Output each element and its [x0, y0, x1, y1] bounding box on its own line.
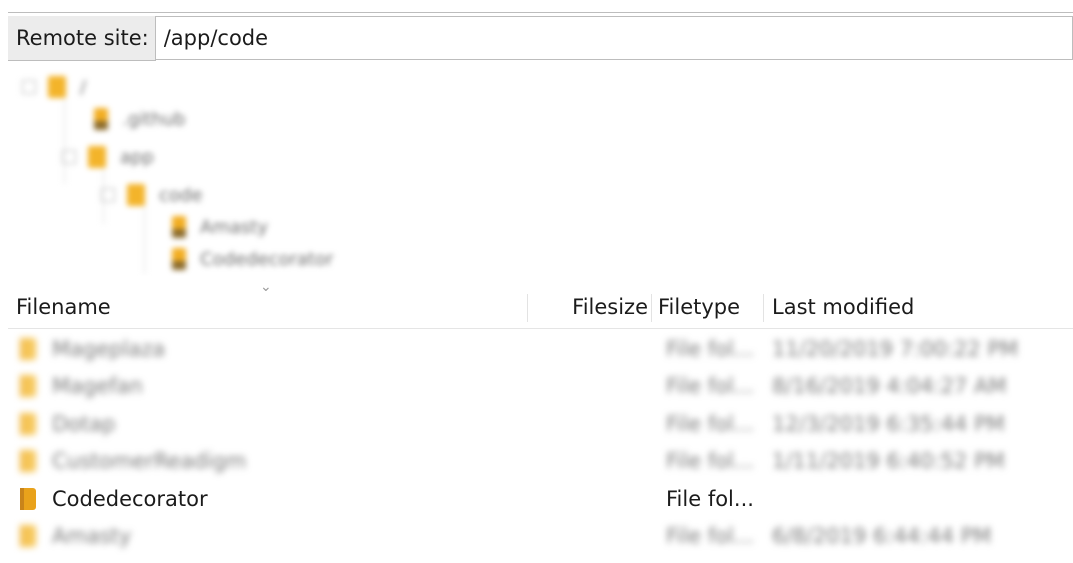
tree-node-root[interactable]: /	[22, 72, 86, 102]
column-header-filesize[interactable]: Filesize	[528, 286, 652, 328]
collapse-icon[interactable]	[22, 80, 36, 94]
column-header-last-modified[interactable]: Last modified	[764, 286, 1073, 328]
folder-icon	[20, 412, 36, 435]
column-header-filename[interactable]: Filename	[8, 286, 528, 328]
file-row[interactable]: Codedecorator File fol...	[8, 480, 1073, 518]
file-type: File fol...	[666, 411, 754, 436]
tree-node-app[interactable]: app	[62, 142, 154, 172]
file-name: Mageplaza	[52, 336, 166, 361]
tree-node-codedecorator[interactable]: Codedecorator	[172, 244, 333, 274]
column-header-label: Filename	[16, 295, 111, 319]
file-last-modified: 12/3/2019 6:35:44 PM	[772, 411, 1005, 436]
file-last-modified: 1/11/2019 6:40:52 PM	[772, 449, 1005, 474]
tree-node-label: .github	[122, 108, 186, 130]
file-last-modified: 6/8/2019 6:44:44 PM	[772, 524, 992, 549]
folder-icon	[20, 375, 36, 398]
tree-node-label: app	[120, 146, 154, 168]
folder-icon	[20, 450, 36, 473]
remote-site-bar: Remote site:	[8, 12, 1073, 65]
folder-icon	[88, 146, 106, 168]
file-last-modified: 8/16/2019 4:04:27 AM	[772, 374, 1007, 399]
folder-icon	[48, 76, 66, 98]
file-row[interactable]: Dotap File fol... 12/3/2019 6:35:44 PM	[8, 405, 1073, 443]
directory-tree[interactable]: / .github app code Amasty Codedecorator	[8, 64, 1073, 276]
file-row[interactable]: CustomerReadigm File fol... 1/11/2019 6:…	[8, 443, 1073, 481]
file-list: Mageplaza File fol... 11/20/2019 7:00:22…	[8, 330, 1073, 555]
file-type: File fol...	[666, 374, 754, 399]
file-type: File fol...	[666, 486, 754, 511]
folder-icon	[20, 525, 36, 548]
file-name: CustomerReadigm	[52, 449, 247, 474]
tree-node-code[interactable]: code	[101, 180, 202, 210]
column-header-filetype[interactable]: Filetype	[652, 286, 764, 328]
remote-site-label: Remote site:	[8, 16, 156, 61]
folder-question-icon	[172, 248, 186, 270]
folder-question-icon	[172, 216, 186, 238]
folder-icon	[20, 487, 36, 510]
file-type: File fol...	[666, 524, 754, 549]
collapse-icon[interactable]	[101, 188, 115, 202]
tree-node-github[interactable]: .github	[94, 104, 185, 134]
tree-node-label: /	[80, 76, 87, 98]
tree-node-label: Codedecorator	[200, 248, 334, 270]
file-name: Codedecorator	[52, 486, 208, 511]
column-header-label: Last modified	[772, 295, 915, 319]
file-name: Magefan	[52, 374, 143, 399]
tree-node-label: Amasty	[200, 216, 268, 238]
folder-question-icon	[94, 108, 108, 130]
file-type: File fol...	[666, 336, 754, 361]
file-name: Dotap	[52, 411, 116, 436]
file-row[interactable]: Magefan File fol... 8/16/2019 4:04:27 AM	[8, 368, 1073, 406]
folder-icon	[20, 337, 36, 360]
column-header-label: Filetype	[658, 295, 741, 319]
remote-site-panel: Remote site: / .github app	[8, 8, 1073, 563]
tree-node-amasty[interactable]: Amasty	[172, 212, 268, 242]
file-last-modified	[772, 480, 1072, 518]
file-row[interactable]: Mageplaza File fol... 11/20/2019 7:00:22…	[8, 330, 1073, 368]
file-type: File fol...	[666, 449, 754, 474]
folder-icon	[127, 184, 145, 206]
column-header-label: Filesize	[572, 295, 648, 319]
collapse-icon[interactable]	[62, 150, 76, 164]
file-row[interactable]: Amasty File fol... 6/8/2019 6:44:44 PM	[8, 518, 1073, 556]
file-name: Amasty	[52, 524, 132, 549]
remote-path-input[interactable]	[155, 16, 1073, 60]
tree-node-label: code	[159, 184, 203, 206]
file-last-modified: 11/20/2019 7:00:22 PM	[772, 336, 1019, 361]
file-list-header: ⌄ Filename Filesize Filetype Last modifi…	[8, 280, 1073, 329]
